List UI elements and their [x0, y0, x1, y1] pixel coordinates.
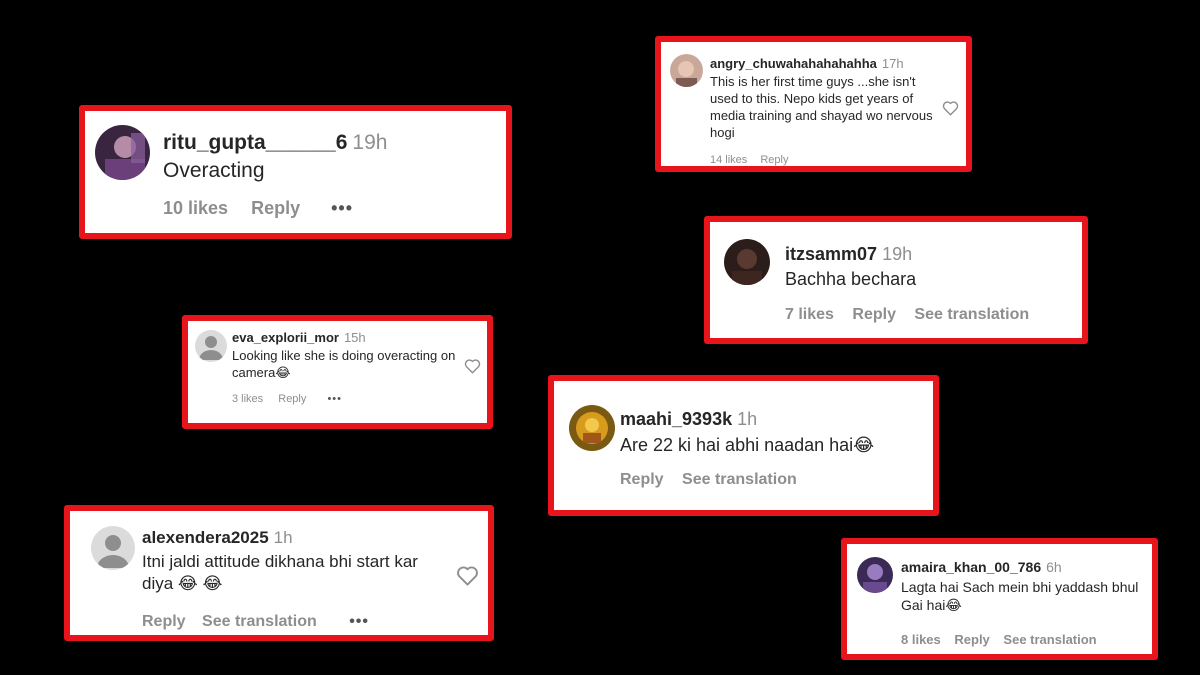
username[interactable]: maahi_9393k: [620, 409, 732, 429]
like-heart-icon[interactable]: [456, 565, 479, 586]
username[interactable]: angry_chuwahahahahahha: [710, 56, 877, 71]
avatar[interactable]: [95, 125, 150, 180]
reply-button[interactable]: Reply: [142, 613, 186, 631]
comment-card-alexendera: alexendera2025 1h Itni jaldi attitude dik…: [64, 505, 494, 641]
likes-count[interactable]: 10 likes: [163, 198, 228, 219]
avatar[interactable]: [91, 526, 135, 570]
comment-card-eva: eva_explorii_mor 15h Looking like she is …: [182, 315, 493, 429]
comment-text: Lagta hai Sach mein bhi yaddash bhul Gai…: [901, 579, 1139, 614]
more-options-icon[interactable]: •••: [349, 613, 369, 631]
username[interactable]: amaira_khan_00_786: [901, 559, 1041, 575]
like-heart-icon[interactable]: [464, 358, 481, 374]
comment-card-maahi: maahi_9393k 1h Are 22 ki hai abhi naadan …: [548, 375, 939, 516]
comment-text: This is her first time guys ...she isn't…: [710, 74, 933, 141]
reply-button[interactable]: Reply: [620, 471, 664, 489]
reply-button[interactable]: Reply: [852, 306, 896, 324]
like-heart-icon[interactable]: [942, 100, 959, 116]
comment-text: Looking like she is doing overacting on …: [232, 348, 456, 381]
comment-text: Overacting: [163, 159, 265, 182]
see-translation-link[interactable]: See translation: [202, 613, 317, 631]
timestamp: 1h: [737, 409, 758, 429]
timestamp: 1h: [273, 528, 293, 547]
reply-button[interactable]: Reply: [278, 393, 306, 405]
likes-count[interactable]: 14 likes: [710, 154, 747, 166]
likes-count[interactable]: 7 likes: [785, 306, 834, 324]
likes-count[interactable]: 8 likes: [901, 632, 941, 647]
avatar[interactable]: [724, 239, 770, 285]
comment-text: Itni jaldi attitude dikhana bhi start ka…: [142, 552, 418, 594]
reply-button[interactable]: Reply: [954, 632, 989, 647]
more-options-icon[interactable]: •••: [331, 198, 353, 219]
more-options-icon[interactable]: •••: [327, 393, 342, 405]
username[interactable]: eva_explorii_mor: [232, 330, 339, 345]
username[interactable]: ritu_gupta______6: [163, 131, 347, 154]
comment-text: Are 22 ki hai abhi naadan hai😂: [620, 435, 875, 455]
avatar[interactable]: [569, 405, 615, 451]
comment-card-amaira: amaira_khan_00_786 6h Lagta hai Sach mein…: [841, 538, 1158, 660]
see-translation-link[interactable]: See translation: [682, 471, 797, 489]
avatar[interactable]: [857, 557, 893, 593]
likes-count[interactable]: 3 likes: [232, 393, 263, 405]
reply-button[interactable]: Reply: [760, 154, 788, 166]
see-translation-link[interactable]: See translation: [914, 306, 1029, 324]
username[interactable]: itzsamm07: [785, 244, 877, 264]
see-translation-link[interactable]: See translation: [1003, 632, 1096, 647]
comment-card-ritu: ritu_gupta______6 19h Overacting 10 likes…: [79, 105, 512, 239]
timestamp: 15h: [343, 330, 366, 345]
timestamp: 17h: [881, 56, 904, 71]
timestamp: 19h: [352, 131, 388, 154]
timestamp: 6h: [1046, 559, 1062, 575]
reply-button[interactable]: Reply: [251, 198, 300, 219]
comment-card-angry: angry_chuwahahahahahha 17h This is her fi…: [655, 36, 972, 172]
username[interactable]: alexendera2025: [142, 528, 269, 547]
avatar[interactable]: [195, 330, 227, 362]
comment-text: Bachha bechara: [785, 269, 917, 289]
timestamp: 19h: [882, 244, 913, 264]
avatar[interactable]: [670, 54, 703, 87]
comment-card-itzsamm: itzsamm07 19h Bachha bechara 7 likes Repl…: [704, 216, 1088, 344]
